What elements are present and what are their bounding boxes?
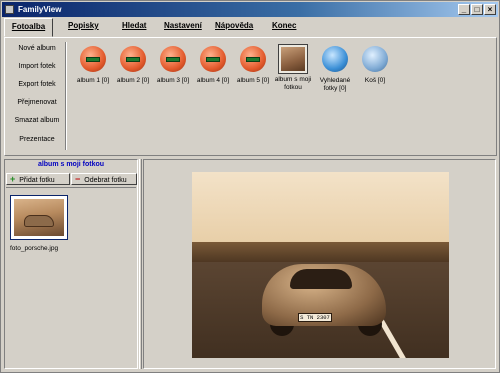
add-photo-label: Přidat fotku	[19, 177, 55, 184]
album-item-selected[interactable]: album s moji fotkou	[273, 44, 313, 92]
album-item[interactable]: album 2 [0]	[113, 46, 153, 85]
album-item[interactable]: album 3 [0]	[153, 46, 193, 85]
export-photos-button[interactable]: Export fotek	[9, 81, 65, 88]
application-window: FamilyView _ □ × Fotoalba Popisky Hledat…	[0, 0, 500, 373]
album-label: album 1 [0]	[76, 77, 110, 84]
license-plate: S TN 2307	[298, 313, 332, 322]
minus-icon: −	[75, 174, 81, 184]
trash-item[interactable]: Koš [0]	[355, 46, 395, 85]
rename-button[interactable]: Přejmenovat	[9, 99, 65, 106]
album-icon	[120, 46, 146, 72]
photo-viewer: S TN 2307	[143, 159, 496, 369]
maximize-button[interactable]: □	[471, 4, 483, 15]
album-label: album 2 [0]	[116, 77, 150, 84]
album-toolbar: Nové album Import fotek Export fotek Pře…	[4, 37, 497, 156]
album-item[interactable]: album 4 [0]	[193, 46, 233, 85]
tab-fotoalba[interactable]: Fotoalba	[4, 18, 53, 37]
album-label: album 4 [0]	[196, 77, 230, 84]
album-item[interactable]: album 1 [0]	[73, 46, 113, 85]
pane-splitter[interactable]	[139, 159, 142, 369]
album-label: Vyhledané fotky [0]	[319, 77, 351, 92]
photo-caption: foto_porsche.jpg	[10, 245, 59, 252]
search-icon	[322, 46, 348, 72]
tab-konec[interactable]: Konec	[272, 21, 296, 30]
menu-tabs: Fotoalba Popisky Hledat Nastavení Nápově…	[4, 18, 497, 38]
remove-photo-label: Odebrat fotku	[84, 177, 127, 184]
slideshow-button[interactable]: Prezentace	[9, 136, 65, 143]
album-icon	[240, 46, 266, 72]
tab-napoveda[interactable]: Nápověda	[215, 21, 253, 30]
tab-hledat[interactable]: Hledat	[122, 21, 146, 30]
album-icon	[80, 46, 106, 72]
close-button[interactable]: ×	[484, 4, 496, 15]
delete-album-button[interactable]: Smazat album	[9, 117, 65, 124]
title-bar: FamilyView _ □ ×	[2, 2, 498, 17]
album-icon	[160, 46, 186, 72]
window-title: FamilyView	[18, 5, 62, 14]
tab-nastaveni[interactable]: Nastavení	[164, 21, 202, 30]
album-icon	[200, 46, 226, 72]
album-label: album s moji fotkou	[274, 76, 312, 91]
app-icon	[5, 5, 14, 14]
add-photo-button[interactable]: + Přidat fotku	[6, 173, 70, 185]
search-results-item[interactable]: Vyhledané fotky [0]	[315, 46, 355, 93]
album-item[interactable]: album 5 [0]	[233, 46, 273, 85]
photo-list: foto_porsche.jpg	[6, 187, 136, 368]
album-label: Koš [0]	[364, 77, 386, 84]
minimize-button[interactable]: _	[458, 4, 470, 15]
trash-icon	[362, 46, 388, 72]
photo-preview: S TN 2307	[192, 172, 449, 358]
remove-photo-button[interactable]: − Odebrat fotku	[71, 173, 137, 185]
toolbar-separator	[65, 42, 67, 150]
import-photos-button[interactable]: Import fotek	[9, 63, 65, 70]
album-label: album 5 [0]	[236, 77, 270, 84]
album-label: album 3 [0]	[156, 77, 190, 84]
album-photo-thumbnail	[278, 44, 308, 74]
tab-popisky[interactable]: Popisky	[68, 21, 99, 30]
new-album-button[interactable]: Nové album	[9, 45, 65, 52]
plus-icon: +	[10, 174, 16, 184]
album-heading: album s moji fotkou	[6, 161, 136, 173]
photo-thumbnail[interactable]	[10, 195, 68, 240]
album-photos-pane: album s moji fotkou + Přidat fotku − Odebr…	[4, 159, 138, 369]
